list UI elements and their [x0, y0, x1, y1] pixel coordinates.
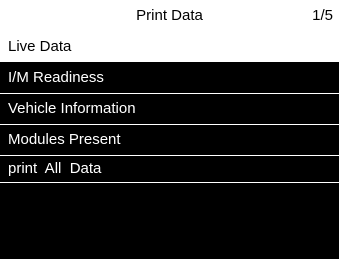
menu-item-print-all-data[interactable]: print All Data — [0, 156, 339, 183]
menu-item-label: Live Data — [8, 38, 72, 55]
menu-item-label: Modules Present — [8, 131, 121, 148]
title-bar: Print Data 1/5 — [0, 0, 339, 32]
device-screen: Print Data 1/5 Live Data I/M Readiness V… — [0, 0, 339, 259]
menu-item-im-readiness[interactable]: I/M Readiness — [0, 63, 339, 94]
menu-item-vehicle-information[interactable]: Vehicle Information — [0, 94, 339, 125]
page-title: Print Data — [136, 7, 203, 24]
menu-item-modules-present[interactable]: Modules Present — [0, 125, 339, 156]
menu-item-label: Vehicle Information — [8, 100, 136, 117]
menu-item-label: print All Data — [8, 160, 102, 177]
empty-menu-area — [0, 190, 339, 259]
menu-item-label: I/M Readiness — [8, 69, 104, 86]
page-indicator: 1/5 — [312, 7, 333, 24]
menu-item-live-data[interactable]: Live Data — [0, 32, 339, 63]
print-data-menu: Live Data I/M Readiness Vehicle Informat… — [0, 32, 339, 183]
